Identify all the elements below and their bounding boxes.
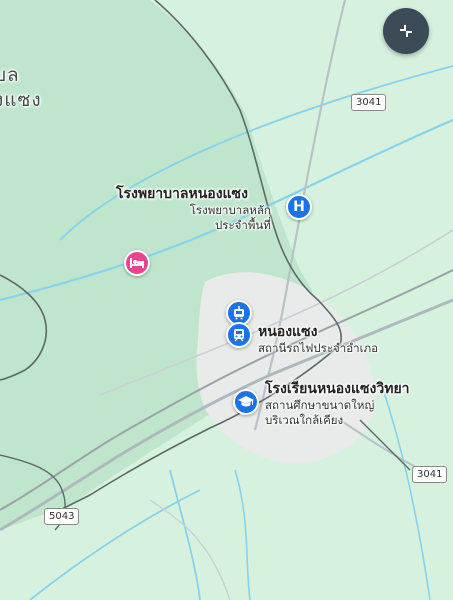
school-description-line1: สถานศึกษาขนาดใหญ่ xyxy=(265,398,375,412)
district-label: บล งแซง xyxy=(0,63,42,113)
district-label-line2: งแซง xyxy=(0,89,42,111)
district-label-line1: บล xyxy=(0,64,20,86)
school-title[interactable]: โรงเรียนหนองแซงวิทยา xyxy=(265,378,410,400)
station-description: สถานีรถไฟประจำอำเภอ xyxy=(258,341,378,355)
station-title[interactable]: หนองแซง xyxy=(258,321,317,343)
collapse-map-button[interactable] xyxy=(383,8,429,54)
hospital-description-line1: โรงพยาบาลหลัก xyxy=(189,203,271,217)
hospital-description-line2: ประจำพื้นที่ xyxy=(215,218,271,232)
hospital-description: โรงพยาบาลหลัก ประจำพื้นที่ xyxy=(185,203,271,233)
school-description-line2: บริเวณใกล้เคียง xyxy=(265,413,344,427)
train-icon xyxy=(234,329,244,342)
lodging-marker[interactable] xyxy=(124,250,150,276)
school-marker[interactable] xyxy=(233,389,259,415)
map-view[interactable]: บล งแซง โรงพยาบาลหนองแซง โรงพยาบาลหลัก ป… xyxy=(0,0,453,600)
bed-icon xyxy=(130,258,144,268)
road-shield-5043: 5043 xyxy=(44,508,80,525)
road-shield-3041-top: 3041 xyxy=(351,94,387,111)
hospital-marker[interactable]: H xyxy=(286,194,312,220)
school-description: สถานศึกษาขนาดใหญ่ บริเวณใกล้เคียง xyxy=(265,398,374,428)
road-shield-3041-right: 3041 xyxy=(412,466,448,483)
tram-icon xyxy=(234,306,244,320)
hospital-icon: H xyxy=(293,199,305,215)
graduation-cap-icon xyxy=(238,396,254,407)
train-marker[interactable] xyxy=(226,322,252,348)
collapse-icon xyxy=(400,25,412,37)
hospital-title[interactable]: โรงพยาบาลหนองแซง xyxy=(116,183,248,205)
